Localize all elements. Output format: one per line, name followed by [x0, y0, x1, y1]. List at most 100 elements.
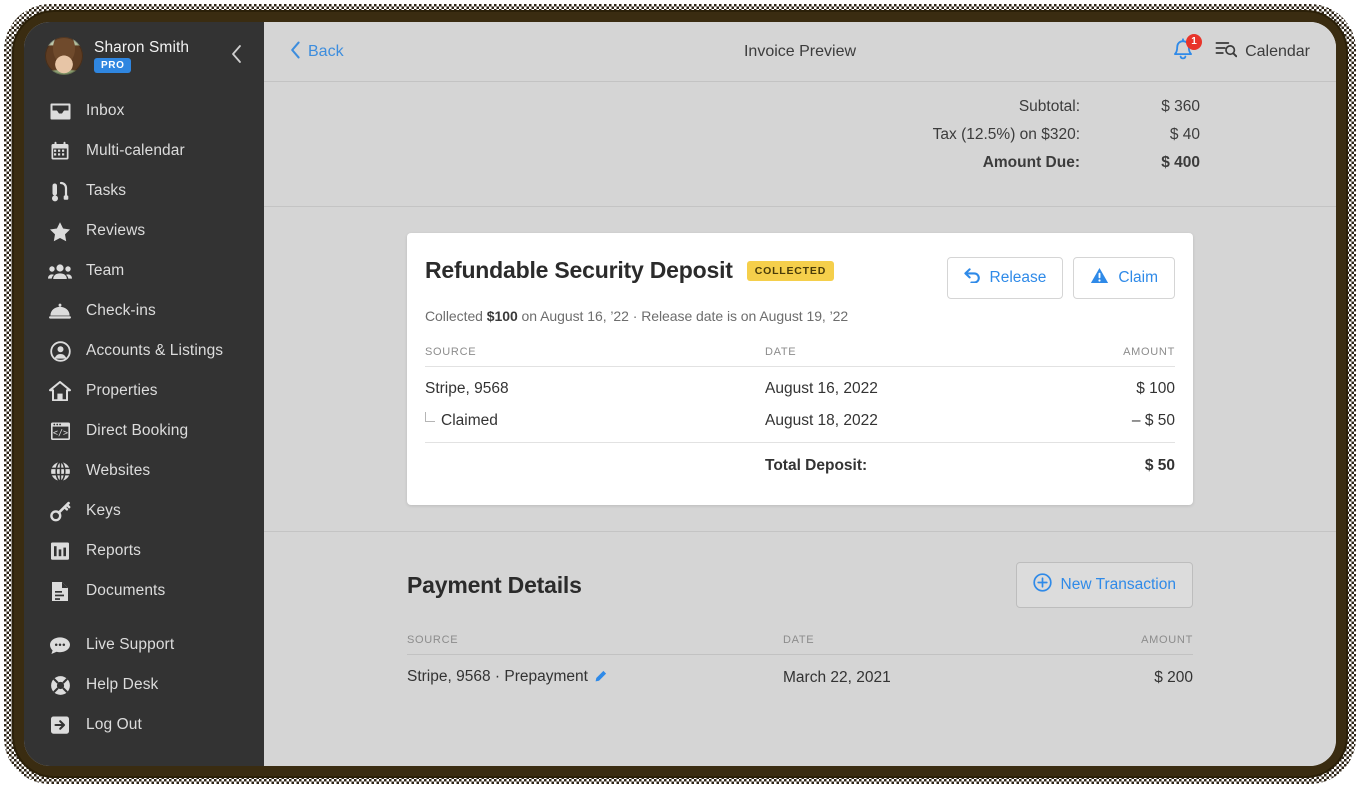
star-icon — [48, 219, 72, 243]
concierge-bell-icon — [48, 299, 72, 323]
topbar-actions: 1 Calendar — [1171, 33, 1310, 66]
security-deposit-section: Refundable Security Deposit COLLECTED Re… — [264, 207, 1336, 531]
sidebar-item-help-desk[interactable]: Help Desk — [24, 665, 264, 705]
sidebar-item-reports[interactable]: Reports — [24, 531, 264, 571]
sidebar-item-label: Properties — [86, 382, 158, 399]
sidebar-item-reviews[interactable]: Reviews — [24, 211, 264, 251]
table-row: Stripe, 9568 · Prepayment March 22, 2021… — [407, 655, 1193, 701]
claim-label: Claim — [1118, 269, 1158, 286]
pencil-icon[interactable] — [594, 670, 607, 688]
deposit-subtitle-prefix: Collected — [425, 308, 487, 324]
chevron-left-icon — [290, 41, 301, 63]
table-row: Stripe, 9568 August 16, 2022 $ 100 — [425, 367, 1175, 411]
sidebar-item-label: Live Support — [86, 636, 175, 653]
total-value: $ 400 — [1161, 154, 1200, 171]
topbar: Back Invoice Preview 1 Calendar — [264, 22, 1336, 82]
calendar-button[interactable]: Calendar — [1215, 40, 1310, 63]
back-label: Back — [308, 42, 344, 60]
cell-amount: $ 100 — [1136, 380, 1175, 397]
cell-date: August 16, 2022 — [765, 380, 878, 397]
sidebar-item-accounts-listings[interactable]: Accounts & Listings — [24, 331, 264, 371]
chat-bubble-icon — [48, 633, 72, 657]
total-deposit-value: $ 50 — [1025, 442, 1175, 487]
release-label: Release — [989, 269, 1047, 286]
deposit-subtitle-amount: $100 — [486, 308, 518, 324]
sidebar-item-label: Inbox — [86, 102, 125, 119]
sidebar-item-label: Multi-calendar — [86, 142, 185, 159]
cell-source: Stripe, 9568 — [425, 380, 509, 397]
cell-source: Claimed — [425, 410, 765, 443]
cell-source-label: Stripe, 9568 · Prepayment — [407, 668, 588, 685]
sidebar-item-label: Tasks — [86, 182, 127, 199]
sidebar-item-label: Log Out — [86, 716, 142, 733]
sidebar-item-live-support[interactable]: Live Support — [24, 625, 264, 665]
sidebar-item-multi-calendar[interactable]: Multi-calendar — [24, 131, 264, 171]
table-total-row: Total Deposit: $ 50 — [425, 442, 1175, 487]
total-row: Subtotal: $ 360 — [264, 98, 1200, 116]
globe-icon — [48, 459, 72, 483]
svg-text:</>: </> — [52, 427, 67, 437]
key-icon — [48, 499, 72, 523]
list-search-icon — [1215, 40, 1238, 63]
logout-icon — [48, 713, 72, 737]
deposit-title: Refundable Security Deposit — [425, 257, 733, 283]
tree-connector-icon — [425, 412, 435, 422]
column-header-date: DATE — [783, 634, 1043, 655]
sidebar-item-direct-booking[interactable]: </> Direct Booking — [24, 411, 264, 451]
plus-circle-icon — [1032, 573, 1052, 597]
pro-badge: PRO — [94, 58, 132, 74]
column-header-amount: AMOUNT — [1043, 634, 1193, 655]
cell-empty — [425, 442, 765, 487]
total-row: Tax (12.5%) on $320: $ 40 — [264, 126, 1200, 144]
sidebar-item-log-out[interactable]: Log Out — [24, 705, 264, 745]
people-group-icon — [48, 259, 72, 283]
sidebar-nav: Inbox Multi-calendar Tasks Reviews Team … — [24, 91, 264, 745]
sidebar-item-label: Help Desk — [86, 676, 159, 693]
sidebar-item-keys[interactable]: Keys — [24, 491, 264, 531]
sidebar-item-label: Check-ins — [86, 302, 156, 319]
cell-date: August 18, 2022 — [765, 412, 878, 429]
sidebar-user[interactable]: Sharon Smith PRO — [24, 22, 264, 87]
sidebar-item-documents[interactable]: Documents — [24, 571, 264, 611]
total-label: Subtotal: — [1018, 98, 1080, 115]
new-transaction-button[interactable]: New Transaction — [1015, 562, 1193, 608]
sidebar-item-label: Accounts & Listings — [86, 342, 224, 359]
calendar-label: Calendar — [1245, 42, 1310, 60]
deposit-card-header: Refundable Security Deposit COLLECTED Re… — [425, 257, 1175, 299]
house-icon — [48, 379, 72, 403]
sidebar-item-label: Reviews — [86, 222, 146, 239]
column-header-date: DATE — [765, 346, 1025, 367]
notifications-button[interactable]: 1 — [1171, 33, 1203, 66]
vacuum-icon — [48, 179, 72, 203]
device-frame: Sharon Smith PRO Inbox Multi-calendar Ta… — [0, 0, 1360, 788]
sidebar-item-tasks[interactable]: Tasks — [24, 171, 264, 211]
cell-amount: – $ 50 — [1131, 412, 1175, 429]
sidebar-divider-gap — [24, 611, 264, 625]
sidebar-item-properties[interactable]: Properties — [24, 371, 264, 411]
payment-details-section: Payment Details New Transaction SOURCE D… — [264, 532, 1336, 700]
cell-amount: $ 200 — [1154, 669, 1193, 686]
release-button[interactable]: Release — [946, 257, 1064, 299]
table-header-row: SOURCE DATE AMOUNT — [407, 634, 1193, 655]
payments-table: SOURCE DATE AMOUNT Stripe, 9568 · Prepay… — [407, 634, 1193, 700]
bar-chart-icon — [48, 539, 72, 563]
notification-count-badge: 1 — [1186, 33, 1203, 50]
calendar-grid-icon — [48, 139, 72, 163]
sidebar-item-inbox[interactable]: Inbox — [24, 91, 264, 131]
claim-button[interactable]: Claim — [1073, 257, 1175, 299]
sidebar-item-team[interactable]: Team — [24, 251, 264, 291]
main-content: Back Invoice Preview 1 Calendar Subtotal… — [264, 22, 1336, 766]
chevron-left-icon[interactable] — [226, 44, 246, 68]
invoice-totals: Subtotal: $ 360 Tax (12.5%) on $320: $ 4… — [264, 82, 1336, 206]
user-name: Sharon Smith — [94, 38, 190, 56]
sidebar-item-websites[interactable]: Websites — [24, 451, 264, 491]
total-label: Tax (12.5%) on $320: — [932, 126, 1080, 143]
sidebar-item-check-ins[interactable]: Check-ins — [24, 291, 264, 331]
cell-date: March 22, 2021 — [783, 669, 891, 686]
cell-source: Stripe, 9568 · Prepayment — [407, 655, 783, 701]
column-header-source: SOURCE — [425, 346, 765, 367]
back-button[interactable]: Back — [290, 41, 344, 63]
undo-arrow-icon — [963, 268, 981, 288]
column-header-source: SOURCE — [407, 634, 783, 655]
column-header-amount: AMOUNT — [1025, 346, 1175, 367]
